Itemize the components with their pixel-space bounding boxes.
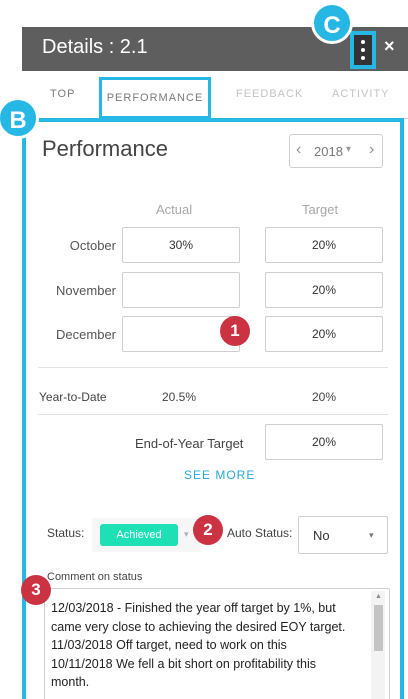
month-label-december: December — [56, 327, 116, 342]
comment-text[interactable]: 12/03/2018 - Finished the year off targe… — [45, 599, 363, 692]
callout-2: 2 — [193, 515, 223, 545]
details-window: Details : 2.1 × TOP PERFORMANCE FEEDBACK… — [0, 0, 408, 699]
comment-scroll-thumb[interactable] — [374, 605, 383, 651]
ytd-label: Year-to-Date — [39, 390, 107, 404]
chevron-left-icon[interactable]: ‹ — [296, 141, 301, 159]
tab-activity[interactable]: ACTIVITY — [332, 88, 390, 100]
ytd-target-value: 20% — [312, 390, 337, 404]
see-more-link[interactable]: SEE MORE — [184, 468, 255, 482]
performance-heading: Performance — [42, 136, 168, 161]
close-icon[interactable]: × — [384, 36, 395, 57]
october-target-input[interactable]: 20% — [265, 227, 383, 263]
details-title: Details : 2.1 — [42, 36, 148, 58]
year-selector[interactable]: ‹ 2018 ▾ › — [289, 134, 383, 168]
target-column-header: Target — [302, 202, 339, 217]
chevron-right-icon[interactable]: › — [369, 141, 374, 159]
month-label-november: November — [56, 283, 116, 298]
callout-1: 1 — [220, 316, 250, 346]
comment-textarea[interactable]: 12/03/2018 - Finished the year off targe… — [44, 588, 390, 699]
month-label-october: October — [69, 238, 116, 253]
status-select[interactable]: Achieved ▾ — [92, 518, 200, 552]
performance-panel: Performance ‹ 2018 ▾ › Actual Target Oct… — [22, 118, 404, 699]
scroll-up-icon[interactable]: ▲ — [375, 593, 382, 600]
auto-status-label: Auto Status: — [227, 526, 293, 540]
ytd-actual-value: 20.5% — [162, 390, 197, 404]
tab-performance[interactable]: PERFORMANCE — [99, 77, 211, 119]
auto-status-value[interactable]: No — [313, 528, 330, 543]
tab-feedback[interactable]: FEEDBACK — [236, 88, 303, 100]
eoy-target-input[interactable]: 20% — [265, 424, 383, 460]
callout-c: C — [311, 2, 353, 44]
comment-label: Comment on status — [47, 571, 143, 583]
auto-status-select[interactable]: No ▾ — [298, 516, 388, 554]
tab-bar: TOP PERFORMANCE FEEDBACK ACTIVITY — [22, 71, 408, 119]
tab-top[interactable]: TOP — [50, 88, 75, 100]
section-divider — [38, 367, 388, 368]
kebab-menu-icon[interactable] — [350, 31, 376, 69]
eoy-label: End-of-Year Target — [135, 436, 244, 451]
section-divider — [38, 414, 388, 415]
status-label: Status: — [47, 526, 85, 540]
november-actual-input[interactable] — [122, 272, 240, 308]
caret-down-icon[interactable]: ▾ — [184, 529, 189, 540]
october-actual-input[interactable]: 30% — [122, 227, 240, 263]
december-target-input[interactable]: 20% — [265, 316, 383, 352]
callout-3: 3 — [21, 575, 51, 605]
year-value[interactable]: 2018 — [314, 144, 343, 159]
panel-scroll-thumb[interactable] — [403, 282, 404, 642]
panel-scrollbar[interactable] — [403, 122, 404, 699]
status-badge[interactable]: Achieved — [100, 524, 178, 546]
caret-down-icon[interactable]: ▾ — [346, 144, 351, 155]
caret-down-icon[interactable]: ▾ — [369, 530, 374, 541]
november-target-input[interactable]: 20% — [265, 272, 383, 308]
actual-column-header: Actual — [156, 202, 193, 217]
